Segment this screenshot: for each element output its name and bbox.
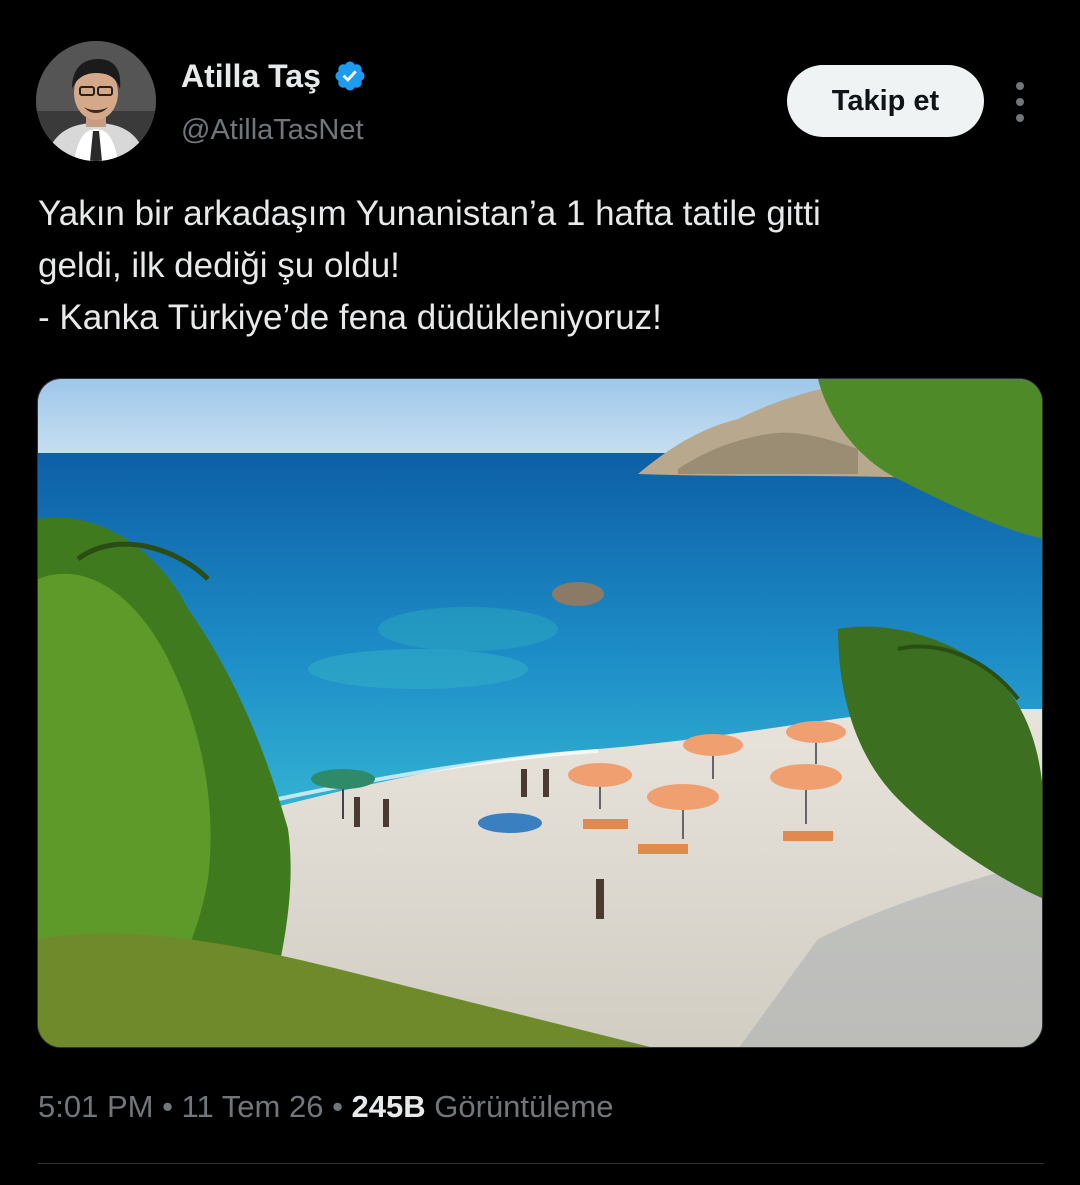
tweet-text-line: Yakın bir arkadaşım Yunanistan’a 1 hafta… <box>38 194 821 233</box>
tweet-date[interactable]: 11 Tem 26 <box>182 1089 324 1124</box>
tweet-text-line: - Kanka Türkiye’de fena düdükleniyoruz! <box>38 298 662 337</box>
meta-separator: • <box>153 1089 182 1124</box>
avatar-image <box>36 41 156 161</box>
author-avatar[interactable] <box>36 41 156 161</box>
author-handle[interactable]: @AtillaTasNet <box>181 112 364 148</box>
tweet-time[interactable]: 5:01 PM <box>38 1089 153 1124</box>
tweet-meta: 5:01 PM • 11 Tem 26 • 245B Görüntüleme <box>38 1086 613 1128</box>
tweet-text-line: geldi, ilk dediği şu oldu! <box>38 246 400 285</box>
more-dot <box>1016 98 1024 106</box>
more-vertical-icon[interactable] <box>1004 80 1036 124</box>
views-label: Görüntüleme <box>425 1089 614 1124</box>
divider <box>38 1163 1044 1164</box>
tweet-photo[interactable] <box>37 378 1043 1048</box>
tweet-text: Yakın bir arkadaşım Yunanistan’a 1 hafta… <box>38 188 1048 344</box>
author-display-name[interactable]: Atilla Taş <box>181 56 321 96</box>
more-dot <box>1016 114 1024 122</box>
meta-separator: • <box>323 1089 352 1124</box>
verified-badge-icon <box>335 61 365 91</box>
views-count: 245B <box>351 1089 426 1124</box>
beach-photo <box>38 379 1042 1047</box>
more-dot <box>1016 82 1024 90</box>
follow-button[interactable]: Takip et <box>787 65 984 137</box>
